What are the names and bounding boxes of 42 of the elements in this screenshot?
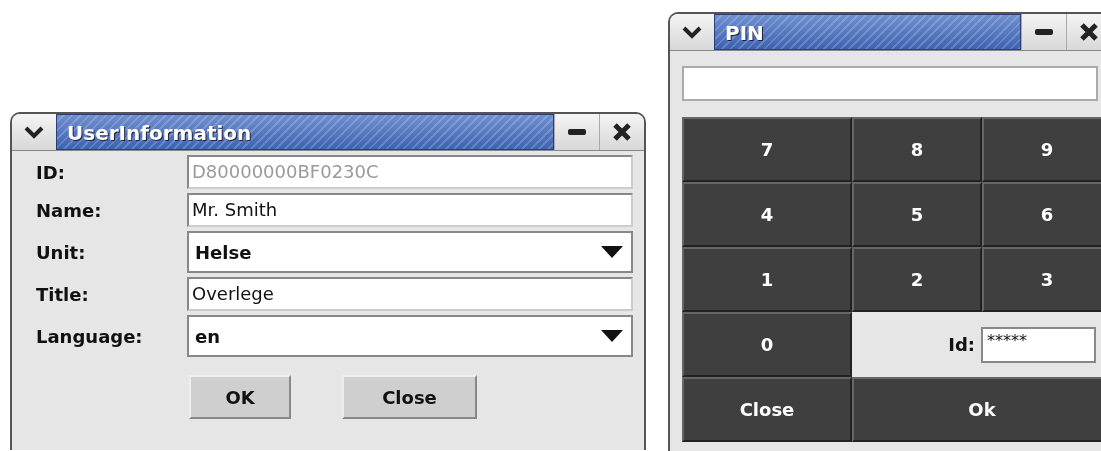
keypad-key[interactable]: 8 xyxy=(852,117,982,182)
keypad-key[interactable]: 7 xyxy=(682,117,852,182)
dropdown-arrow-icon xyxy=(601,246,623,258)
field-label: ID: xyxy=(36,161,66,183)
minimize-icon xyxy=(1034,28,1054,36)
keypad-key[interactable]: 1 xyxy=(682,247,852,312)
keypad-key[interactable]: 4 xyxy=(682,182,852,247)
window-menu-button[interactable] xyxy=(12,114,56,150)
keypad-key[interactable]: 9 xyxy=(982,117,1101,182)
dropdown-arrow-icon xyxy=(601,330,623,342)
close-button[interactable]: Close xyxy=(682,377,852,442)
ok-button[interactable]: Ok xyxy=(852,377,1101,442)
close-icon xyxy=(1079,22,1099,42)
window-menu-button[interactable] xyxy=(670,14,714,50)
field-label: Language: xyxy=(36,325,144,347)
keypad-key[interactable]: 3 xyxy=(982,247,1101,312)
minimize-icon xyxy=(567,128,587,136)
id-label: Id: xyxy=(948,334,975,355)
window-title: PIN xyxy=(714,14,1021,50)
close-button[interactable] xyxy=(1066,14,1101,50)
close-button[interactable] xyxy=(599,114,644,150)
minimize-button[interactable] xyxy=(554,114,599,150)
field-label: Name: xyxy=(36,199,103,221)
field-label: Title: xyxy=(36,283,90,305)
text-field[interactable]: Overlege xyxy=(187,277,633,311)
id-input-field[interactable]: ***** xyxy=(981,326,1096,363)
pin-display-field[interactable] xyxy=(682,66,1098,101)
keypad-key[interactable]: 0 xyxy=(682,312,852,377)
keypad-key[interactable]: 2 xyxy=(852,247,982,312)
chevron-icon xyxy=(682,25,702,39)
chevron-icon xyxy=(24,125,44,139)
dropdown[interactable]: Helse xyxy=(187,231,633,273)
close-button[interactable]: Close xyxy=(342,375,477,419)
dropdown[interactable]: en xyxy=(187,315,633,357)
keypad-key[interactable]: 5 xyxy=(852,182,982,247)
minimize-button[interactable] xyxy=(1021,14,1066,50)
text-field[interactable]: Mr. Smith xyxy=(187,193,633,227)
close-icon xyxy=(612,122,632,142)
ok-button[interactable]: OK xyxy=(189,375,291,419)
field-label: Unit: xyxy=(36,241,87,263)
window-title: UserInformation xyxy=(56,114,554,150)
keypad-key[interactable]: 6 xyxy=(982,182,1101,247)
